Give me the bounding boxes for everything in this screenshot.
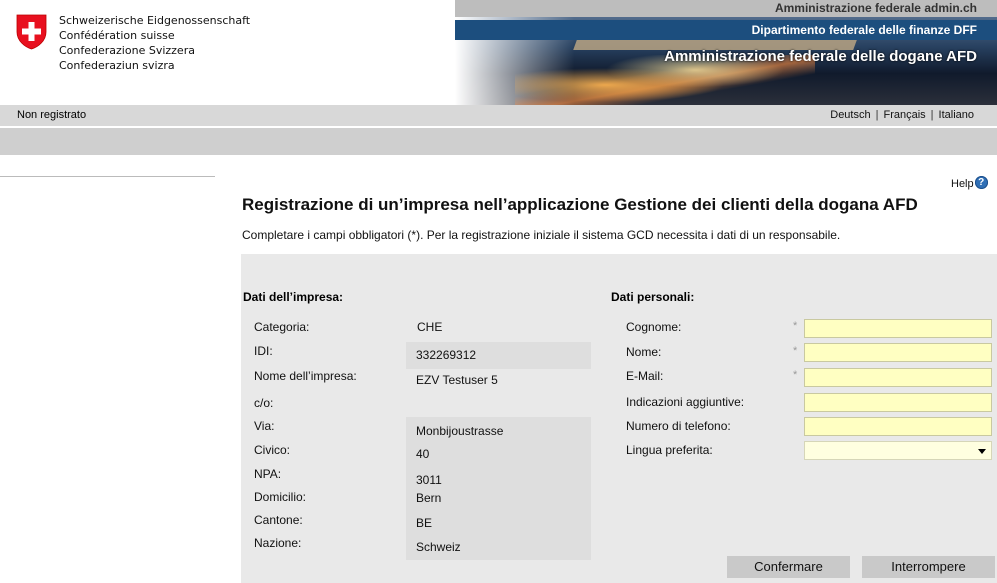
label-nazione: Nazione: bbox=[254, 536, 302, 550]
confederation-line-de: Schweizerische Eidgenossenschaft bbox=[59, 14, 251, 27]
page-title: Registrazione di un’impresa nell’applica… bbox=[242, 195, 918, 214]
required-marker: * bbox=[793, 345, 798, 357]
language-switcher: Deutsch | Français | Italiano bbox=[830, 105, 974, 126]
office-title: Amministrazione federale delle dogane AF… bbox=[664, 48, 977, 65]
value-company-name: EZV Testuser 5 bbox=[416, 373, 498, 387]
label-cognome: Cognome: bbox=[626, 320, 682, 334]
label-nome: Nome: bbox=[626, 345, 662, 359]
lang-link-francais[interactable]: Français bbox=[883, 109, 925, 121]
company-heading: Dati dell’impresa: bbox=[243, 290, 344, 304]
admin-ch-link[interactable]: Amministrazione federale admin.ch bbox=[455, 0, 997, 17]
confederation-line-fr: Confédération suisse bbox=[59, 29, 175, 42]
lang-separator: | bbox=[875, 109, 879, 121]
value-idi: 332269312 bbox=[416, 348, 477, 362]
label-categoria: Categoria: bbox=[254, 320, 310, 334]
indicazioni-input[interactable] bbox=[804, 393, 992, 412]
label-indicazioni: Indicazioni aggiuntive: bbox=[626, 395, 745, 409]
cancel-button[interactable]: Interrompere bbox=[862, 556, 995, 578]
label-domicilio: Domicilio: bbox=[254, 490, 307, 504]
telefono-input[interactable] bbox=[804, 417, 992, 436]
required-marker: * bbox=[793, 320, 798, 332]
value-block-address bbox=[406, 417, 591, 560]
lingua-select[interactable] bbox=[804, 441, 992, 460]
value-via: Monbijoustrasse bbox=[416, 424, 504, 438]
confirm-button[interactable]: Confermare bbox=[727, 556, 850, 578]
question-icon: ? bbox=[974, 176, 988, 189]
help-link[interactable]: Help ? bbox=[951, 176, 988, 190]
lang-separator: | bbox=[930, 109, 934, 121]
nome-input[interactable] bbox=[804, 343, 992, 362]
value-civico: 40 bbox=[416, 447, 430, 461]
label-lingua: Lingua preferita: bbox=[626, 443, 713, 457]
label-company-name: Nome dell’impresa: bbox=[254, 369, 357, 383]
login-status: Non registrato bbox=[17, 109, 87, 121]
label-npa: NPA: bbox=[254, 467, 282, 481]
cognome-input[interactable] bbox=[804, 319, 992, 338]
confederation-name: Schweizerische Eidgenossenschaft Confédé… bbox=[59, 13, 250, 73]
site-header: Schweizerische Eidgenossenschaft Confédé… bbox=[0, 0, 997, 105]
page-subtitle: Completare i campi obbligatori (*). Per … bbox=[242, 228, 841, 242]
value-categoria: CHE bbox=[417, 320, 443, 334]
help-label: Help bbox=[951, 178, 974, 190]
value-nazione: Schweiz bbox=[416, 540, 461, 554]
email-input[interactable] bbox=[804, 368, 992, 387]
label-cantone: Cantone: bbox=[254, 513, 303, 527]
sidebar-divider bbox=[0, 176, 215, 177]
label-co: c/o: bbox=[254, 396, 274, 410]
value-cantone: BE bbox=[416, 516, 433, 530]
swiss-coat-of-arms-icon bbox=[16, 14, 47, 50]
value-domicilio: Bern bbox=[416, 491, 442, 505]
label-email: E-Mail: bbox=[626, 369, 664, 383]
label-civico: Civico: bbox=[254, 443, 291, 457]
confederation-line-rm: Confederaziun svizra bbox=[59, 59, 175, 72]
personal-heading: Dati personali: bbox=[611, 290, 695, 304]
label-via: Via: bbox=[254, 419, 275, 433]
label-telefono: Numero di telefono: bbox=[626, 419, 731, 433]
department-link[interactable]: Dipartimento federale delle finanze DFF bbox=[455, 20, 997, 40]
required-marker: * bbox=[793, 369, 798, 381]
nav-bar bbox=[0, 128, 997, 155]
confederation-line-it: Confederazione Svizzera bbox=[59, 44, 195, 57]
lang-link-italiano[interactable]: Italiano bbox=[939, 109, 974, 121]
label-idi: IDI: bbox=[254, 344, 273, 358]
value-npa: 3011 bbox=[416, 473, 442, 487]
chevron-down-icon bbox=[978, 449, 986, 454]
status-bar: Non registrato Deutsch | Français | Italiano bbox=[0, 105, 997, 126]
lang-link-deutsch[interactable]: Deutsch bbox=[830, 109, 870, 121]
